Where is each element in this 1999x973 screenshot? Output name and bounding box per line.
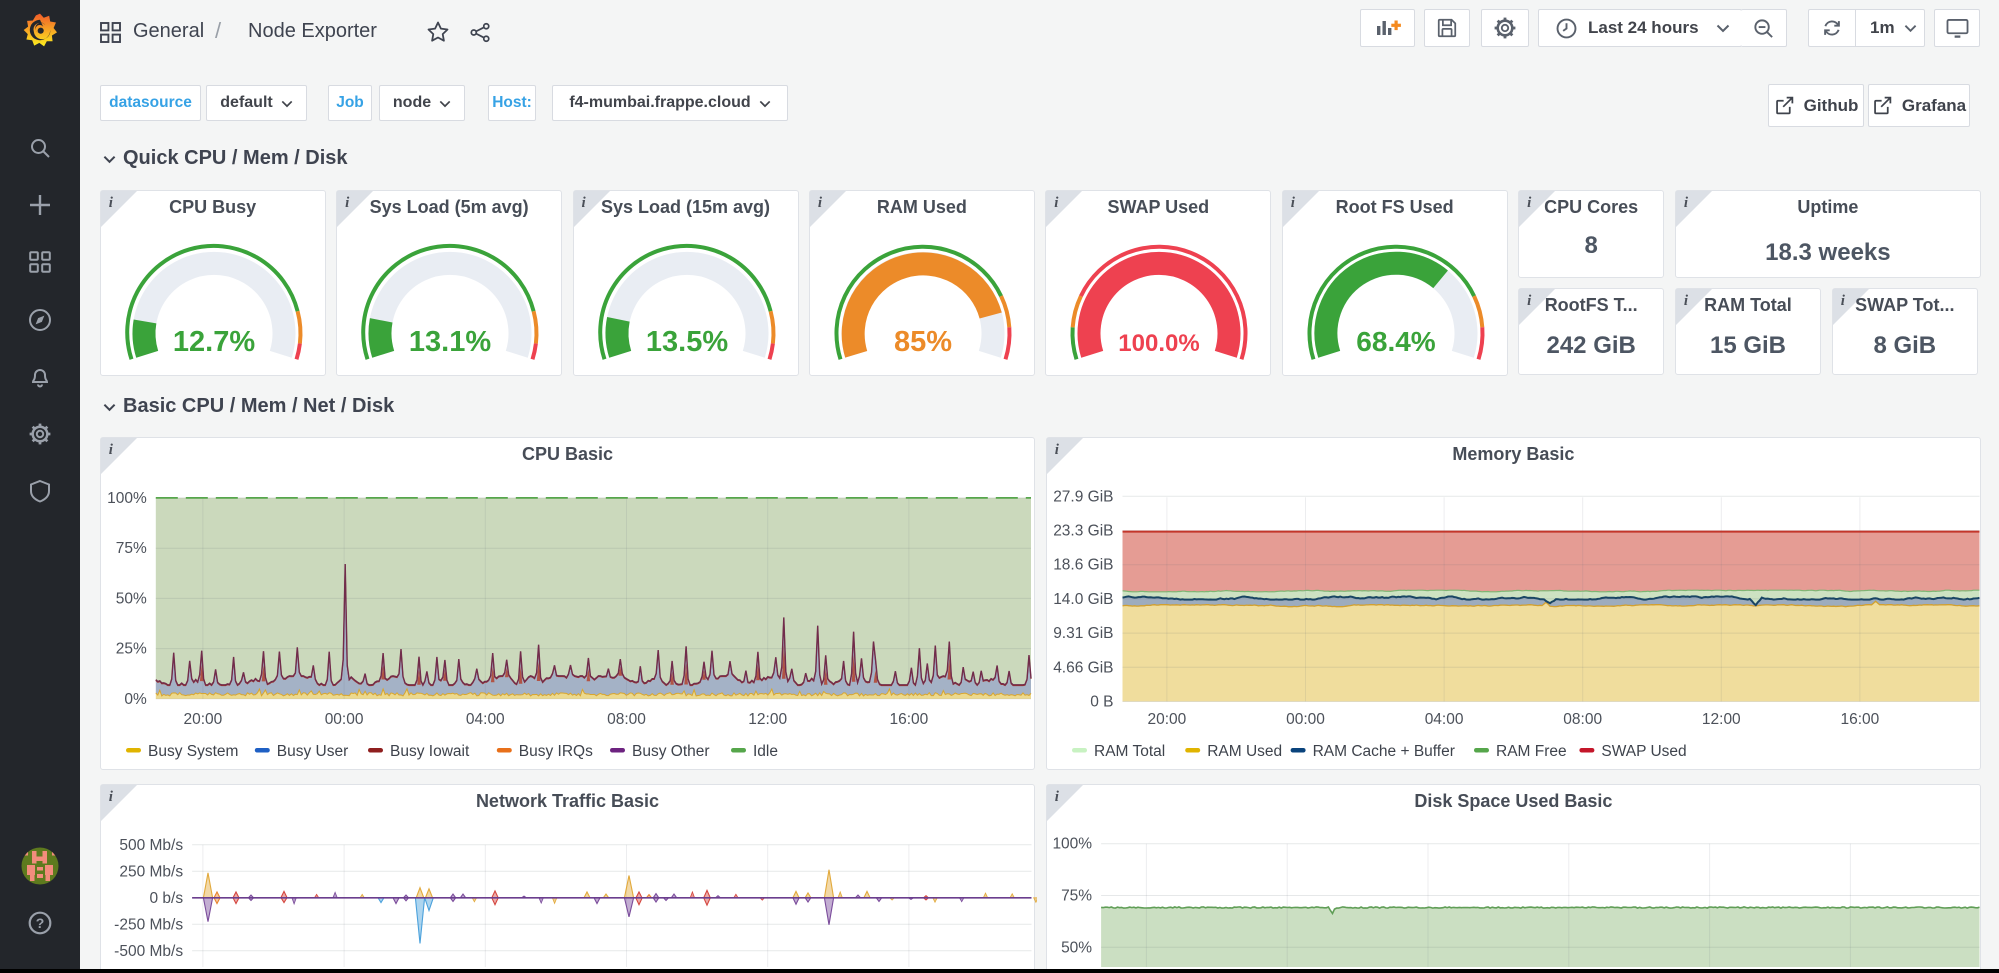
svg-text:04:00: 04:00 xyxy=(1424,711,1463,728)
svg-text:20:00: 20:00 xyxy=(183,711,222,728)
svg-text:12.7%: 12.7% xyxy=(173,326,255,358)
svg-text:?: ? xyxy=(36,915,45,931)
svg-text:0%: 0% xyxy=(124,691,147,708)
svg-text:16:00: 16:00 xyxy=(889,711,928,728)
svg-text:14.0 GiB: 14.0 GiB xyxy=(1053,591,1113,608)
svg-text:500 Mb/s: 500 Mb/s xyxy=(119,837,183,854)
svg-text:75%: 75% xyxy=(115,541,146,558)
svg-text:SWAP Used: SWAP Used xyxy=(1601,743,1686,760)
svg-text:68.4%: 68.4% xyxy=(1356,326,1435,357)
svg-text:18.6 GiB: 18.6 GiB xyxy=(1053,557,1113,574)
svg-text:08:00: 08:00 xyxy=(607,711,646,728)
svg-text:08:00: 08:00 xyxy=(1563,711,1602,728)
svg-text:0 b/s: 0 b/s xyxy=(149,890,183,907)
svg-text:75%: 75% xyxy=(1061,887,1092,904)
svg-text:250 Mb/s: 250 Mb/s xyxy=(119,863,183,880)
svg-text:27.9 GiB: 27.9 GiB xyxy=(1053,489,1113,506)
svg-text:25%: 25% xyxy=(115,641,146,658)
svg-text:Busy User: Busy User xyxy=(276,743,348,760)
svg-text:100%: 100% xyxy=(1052,836,1092,853)
svg-text:RAM Free: RAM Free xyxy=(1496,743,1567,760)
svg-text:100.0%: 100.0% xyxy=(1119,330,1200,357)
svg-text:0 B: 0 B xyxy=(1090,694,1113,711)
svg-text:23.3 GiB: 23.3 GiB xyxy=(1053,523,1113,540)
svg-text:12:00: 12:00 xyxy=(1702,711,1741,728)
svg-text:RAM Used: RAM Used xyxy=(1207,743,1282,760)
svg-text:20:00: 20:00 xyxy=(1147,711,1186,728)
svg-text:-500 Mb/s: -500 Mb/s xyxy=(114,943,183,960)
svg-text:Busy Iowait: Busy Iowait xyxy=(390,743,470,760)
svg-text:Busy System: Busy System xyxy=(148,743,238,760)
svg-text:Idle: Idle xyxy=(753,743,778,760)
svg-text:RAM Total: RAM Total xyxy=(1094,743,1165,760)
svg-text:13.1%: 13.1% xyxy=(409,326,491,358)
svg-text:00:00: 00:00 xyxy=(1286,711,1325,728)
svg-text:13.5%: 13.5% xyxy=(645,326,727,358)
svg-text:Busy Other: Busy Other xyxy=(632,743,710,760)
svg-text:04:00: 04:00 xyxy=(466,711,505,728)
svg-text:Busy IRQs: Busy IRQs xyxy=(518,743,592,760)
svg-text:RAM Cache + Buffer: RAM Cache + Buffer xyxy=(1312,743,1454,760)
svg-text:9.31 GiB: 9.31 GiB xyxy=(1053,625,1113,642)
svg-text:16:00: 16:00 xyxy=(1840,711,1879,728)
svg-text:12:00: 12:00 xyxy=(748,711,787,728)
svg-text:4.66 GiB: 4.66 GiB xyxy=(1053,660,1113,677)
svg-text:00:00: 00:00 xyxy=(324,711,363,728)
svg-text:50%: 50% xyxy=(1061,939,1092,956)
svg-text:100%: 100% xyxy=(107,490,147,507)
svg-text:-250 Mb/s: -250 Mb/s xyxy=(114,916,183,933)
svg-text:85%: 85% xyxy=(894,326,952,358)
svg-text:50%: 50% xyxy=(115,591,146,608)
